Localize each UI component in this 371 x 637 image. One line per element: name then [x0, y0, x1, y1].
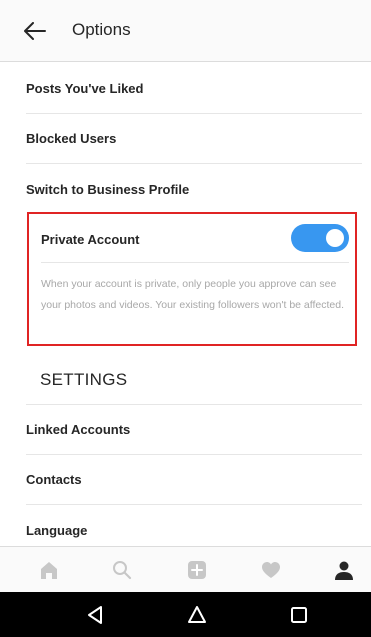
options-list[interactable]: Posts You've Liked Blocked Users Switch …	[0, 62, 371, 546]
add-post-icon[interactable]	[186, 559, 208, 581]
heart-icon[interactable]	[260, 559, 282, 581]
arrow-left-icon[interactable]	[24, 22, 46, 40]
settings-section-title: SETTINGS	[40, 370, 128, 389]
app-header: Options	[0, 0, 371, 62]
menu-item-switch-business[interactable]: Switch to Business Profile	[26, 164, 362, 214]
menu-item-language[interactable]: Language	[26, 505, 362, 546]
menu-item-label: Language	[26, 522, 88, 538]
options-screen: Options Posts You've Liked Blocked Users…	[0, 0, 371, 637]
home-icon[interactable]	[38, 559, 60, 581]
menu-item-contacts[interactable]: Contacts	[26, 455, 362, 505]
profile-icon[interactable]	[333, 559, 355, 581]
menu-item-label: Blocked Users	[26, 131, 117, 146]
page-title: Options	[72, 20, 131, 39]
menu-item-label: Contacts	[26, 472, 82, 487]
search-icon[interactable]	[111, 559, 133, 581]
back-triangle-icon[interactable]	[84, 604, 106, 626]
divider	[41, 262, 349, 263]
recents-square-icon[interactable]	[288, 604, 310, 626]
private-account-description: When your account is private, only peopl…	[41, 278, 345, 311]
menu-item-label: Switch to Business Profile	[26, 181, 190, 197]
toggle-knob	[326, 229, 344, 247]
private-account-section: Private Account When your account is pri…	[27, 212, 357, 346]
menu-item-blocked-users[interactable]: Blocked Users	[26, 114, 362, 164]
menu-item-linked-accounts[interactable]: Linked Accounts	[26, 405, 362, 455]
home-circle-icon[interactable]	[186, 604, 208, 626]
system-nav-bar	[0, 592, 371, 637]
private-account-toggle[interactable]	[291, 224, 349, 252]
menu-item-label: Posts You've Liked	[26, 81, 144, 96]
bottom-tab-bar	[0, 546, 371, 592]
menu-item-label: Linked Accounts	[26, 422, 131, 437]
menu-item-posts-liked[interactable]: Posts You've Liked	[26, 64, 362, 114]
private-account-label: Private Account	[41, 232, 140, 247]
